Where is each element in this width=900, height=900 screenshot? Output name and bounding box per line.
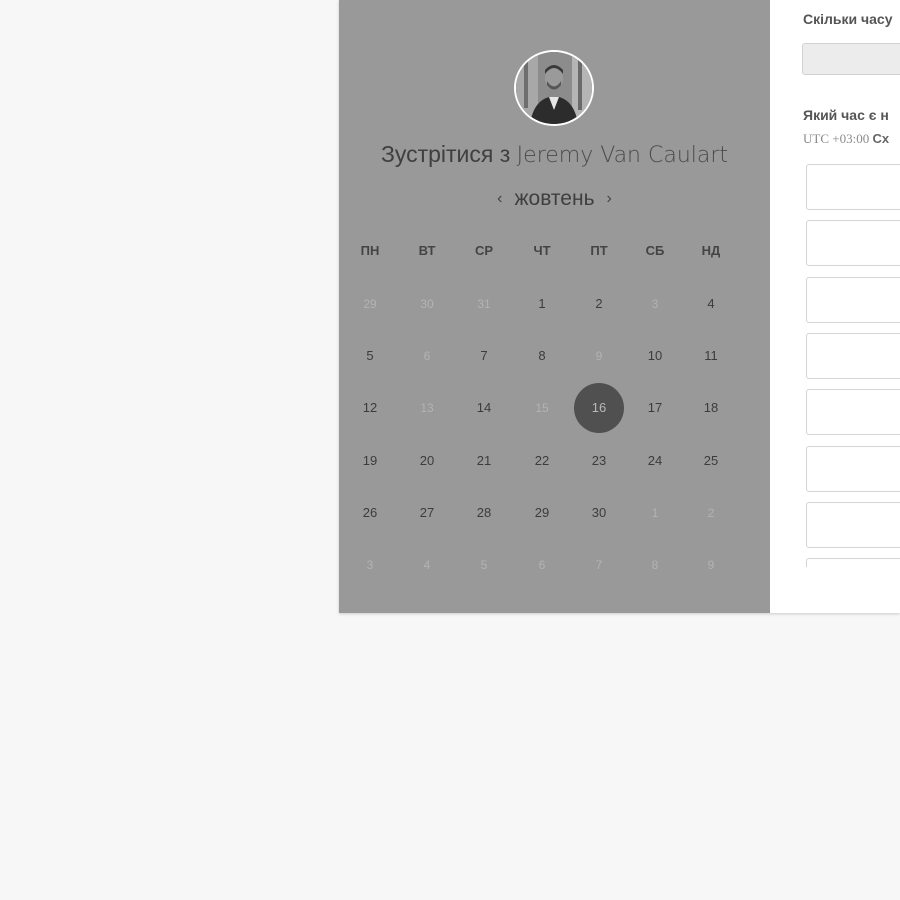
timezone-name: Сх bbox=[872, 131, 890, 146]
calendar-day: 4 bbox=[423, 558, 431, 572]
calendar-day[interactable]: 7 bbox=[464, 347, 504, 365]
calendar-day: 7 bbox=[595, 558, 603, 572]
weekday-label: СР bbox=[474, 243, 494, 258]
calendar-day[interactable]: 14 bbox=[464, 399, 504, 417]
calendar-day: 1 bbox=[651, 506, 659, 520]
calendar-panel: Зустрітися з Jeremy Van Caulart ‹ жовтень… bbox=[339, 0, 770, 613]
weekday-label: ЧТ bbox=[533, 243, 551, 258]
timezone-label[interactable]: UTC +03:00 Сх bbox=[803, 131, 889, 147]
calendar-day[interactable]: 30 bbox=[579, 504, 619, 522]
time-slot-list[interactable] bbox=[806, 164, 900, 567]
calendar-day: 3 bbox=[366, 558, 374, 572]
calendar-day: 30 bbox=[420, 297, 434, 311]
calendar-day[interactable]: 20 bbox=[407, 452, 447, 470]
weekday-label: ВТ bbox=[418, 243, 436, 258]
calendar-day: 13 bbox=[420, 401, 434, 415]
calendar-day: 6 bbox=[423, 349, 431, 363]
calendar-day[interactable]: 1 bbox=[522, 295, 562, 313]
weekday-label: СБ bbox=[645, 243, 665, 258]
utc-offset: UTC +03:00 bbox=[803, 131, 873, 146]
calendar-day[interactable]: 10 bbox=[635, 347, 675, 365]
calendar-day[interactable]: 8 bbox=[522, 347, 562, 365]
calendar-day[interactable]: 28 bbox=[464, 504, 504, 522]
meeting-title: Зустрітися з Jeremy Van Caulart bbox=[339, 141, 770, 168]
meeting-title-prefix: Зустрітися з bbox=[380, 141, 517, 167]
calendar-day: 9 bbox=[595, 349, 603, 363]
calendar-day: 31 bbox=[477, 297, 491, 311]
calendar-day[interactable]: 5 bbox=[350, 347, 390, 365]
time-slot-button[interactable] bbox=[806, 164, 900, 210]
host-name: Jeremy Van Caulart bbox=[516, 143, 729, 168]
calendar-day: 2 bbox=[707, 506, 715, 520]
duration-question: Скільки часу bbox=[803, 11, 893, 27]
calendar-day: 8 bbox=[651, 558, 659, 572]
calendar-day[interactable]: 2 bbox=[579, 295, 619, 313]
time-slot-button[interactable] bbox=[806, 501, 900, 548]
avatar-photo bbox=[516, 52, 592, 124]
calendar-day[interactable]: 29 bbox=[522, 504, 562, 522]
calendar-day[interactable]: 18 bbox=[691, 399, 731, 417]
calendar-day[interactable]: 27 bbox=[407, 504, 447, 522]
calendar-day[interactable]: 26 bbox=[350, 504, 390, 522]
weekday-header: ПН ВТ СР ЧТ ПТ СБ НД bbox=[339, 243, 770, 263]
avatar bbox=[514, 50, 594, 126]
calendar-day[interactable]: 11 bbox=[691, 347, 731, 365]
calendar-day[interactable]: 17 bbox=[635, 399, 675, 417]
chevron-right-icon[interactable]: › bbox=[595, 190, 624, 208]
calendar-day: 15 bbox=[535, 401, 549, 415]
weekday-label: ПН bbox=[360, 243, 380, 258]
time-slot-button[interactable] bbox=[806, 276, 900, 323]
time-slot-button[interactable] bbox=[806, 220, 900, 267]
calendar-day: 5 bbox=[480, 558, 488, 572]
calendar-day[interactable]: 21 bbox=[464, 452, 504, 470]
calendar-day[interactable]: 23 bbox=[579, 452, 619, 470]
calendar-day[interactable]: 24 bbox=[635, 452, 675, 470]
calendar-day: 9 bbox=[707, 558, 715, 572]
time-question: Який час є н bbox=[803, 107, 889, 123]
calendar-day: 3 bbox=[651, 297, 659, 311]
calendar-day[interactable]: 25 bbox=[691, 452, 731, 470]
time-slot-button[interactable] bbox=[806, 332, 900, 379]
weekday-label: НД bbox=[701, 243, 721, 258]
booking-widget: Зустрітися з Jeremy Van Caulart ‹ жовтень… bbox=[339, 0, 900, 613]
time-slot-button[interactable] bbox=[806, 389, 900, 436]
month-navigation: ‹ жовтень › bbox=[339, 187, 770, 211]
time-slot-button[interactable] bbox=[806, 558, 900, 567]
time-slot-button[interactable] bbox=[806, 445, 900, 492]
month-label: жовтень bbox=[514, 187, 595, 210]
calendar-day[interactable]: 22 bbox=[522, 452, 562, 470]
calendar-day: 6 bbox=[538, 558, 546, 572]
chevron-left-icon[interactable]: ‹ bbox=[485, 190, 514, 208]
calendar-day[interactable]: 19 bbox=[350, 452, 390, 470]
calendar-day[interactable]: 4 bbox=[691, 295, 731, 313]
calendar-day: 29 bbox=[363, 297, 377, 311]
booking-panel: Скільки часу Який час є н UTC +03:00 Сх bbox=[770, 0, 900, 613]
calendar-day-selected[interactable]: 16 bbox=[579, 399, 619, 417]
weekday-label: ПТ bbox=[590, 243, 608, 258]
duration-select[interactable] bbox=[802, 43, 900, 75]
calendar-day[interactable]: 12 bbox=[350, 399, 390, 417]
